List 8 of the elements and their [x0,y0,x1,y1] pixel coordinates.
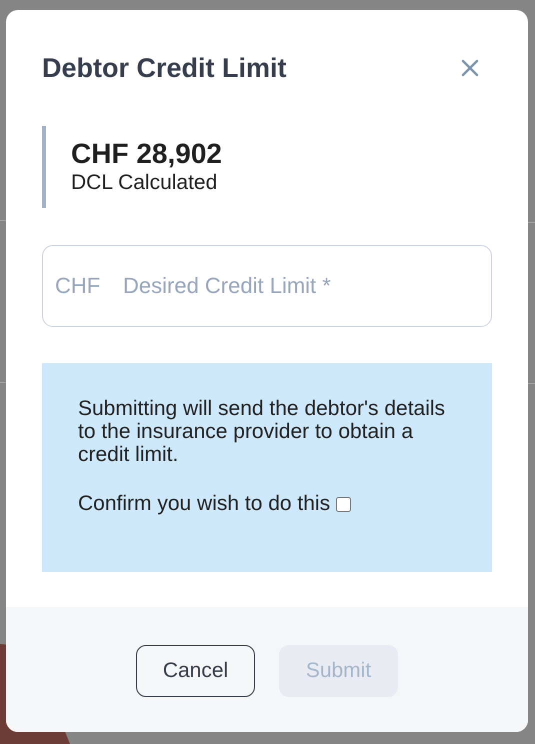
confirm-label: Confirm you wish to do this [78,492,330,516]
stat-label: DCL Calculated [71,170,218,196]
cancel-button[interactable]: Cancel [136,644,255,696]
notice-message: Submitting will send the debtor's details to the insurance provider to obtain a credit limit. [78,397,446,466]
stat-value: CHF 28,902 [71,138,223,170]
currency-prefix: CHF [55,273,100,299]
confirm-checkbox[interactable] [336,496,352,512]
dialog-title: Debtor Credit Limit [42,52,287,84]
